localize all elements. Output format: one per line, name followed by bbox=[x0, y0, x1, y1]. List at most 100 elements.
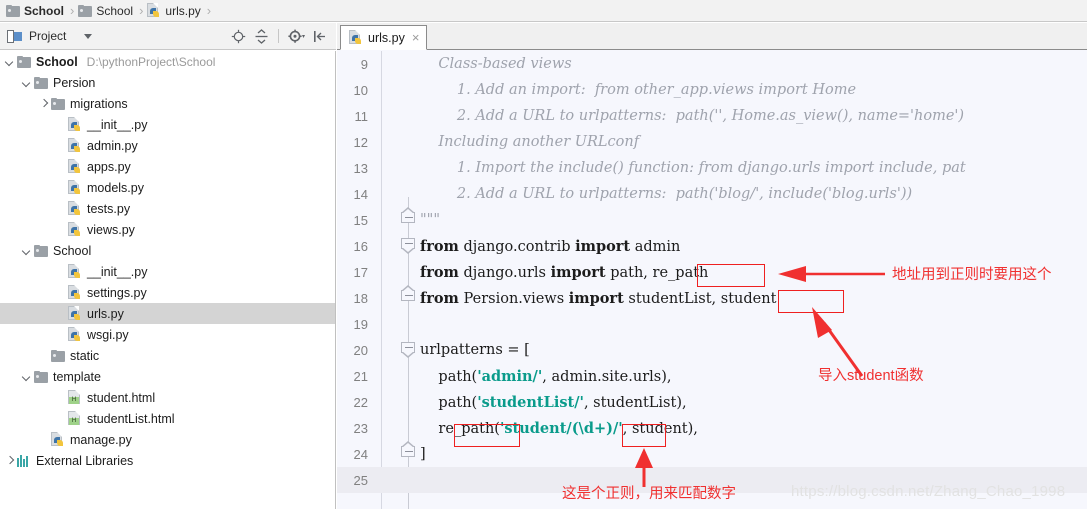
tree-node[interactable]: template bbox=[0, 366, 335, 387]
line-number: 15 bbox=[353, 212, 368, 228]
tab-urls-py[interactable]: urls.py × bbox=[340, 25, 428, 50]
caret-down-icon[interactable] bbox=[84, 33, 93, 39]
code-line[interactable]: 14 2. Add a URL to urlpatterns: path('bl… bbox=[337, 181, 1087, 207]
tree-node[interactable]: static bbox=[0, 345, 335, 366]
code-line[interactable]: 19 bbox=[337, 311, 1087, 337]
python-file-icon bbox=[68, 327, 82, 342]
code-token: ] bbox=[420, 446, 426, 462]
line-number: 18 bbox=[353, 290, 368, 306]
tree-node-label: models.py bbox=[87, 180, 144, 195]
breadcrumb-item-school-root[interactable]: School bbox=[6, 0, 64, 22]
fold-marker-urlpatterns-start[interactable] bbox=[401, 342, 415, 358]
tree-node-label: apps.py bbox=[87, 159, 131, 174]
code-text: ] bbox=[420, 446, 426, 462]
python-file-icon bbox=[349, 30, 363, 45]
fold-marker-imports-end[interactable] bbox=[401, 285, 415, 301]
chevron-right-icon[interactable] bbox=[4, 454, 17, 467]
code-line[interactable]: 20 urlpatterns = [ bbox=[337, 337, 1087, 363]
chevron-down-icon[interactable] bbox=[21, 370, 34, 383]
code-line[interactable]: 21 path('admin/', admin.site.urls), bbox=[337, 363, 1087, 389]
tree-node-icon: H bbox=[68, 411, 82, 426]
code-line[interactable]: 23 re_path('student/(\d+)/', student), bbox=[337, 415, 1087, 441]
chevron-right-icon[interactable] bbox=[38, 97, 51, 110]
fold-marker-docstring-end[interactable] bbox=[401, 207, 415, 223]
chevron-down-icon[interactable] bbox=[21, 76, 34, 89]
tree-node[interactable]: School D:\pythonProject\School bbox=[0, 51, 335, 72]
breadcrumb-separator-icon: › bbox=[206, 3, 212, 18]
code-token: admin bbox=[630, 238, 681, 255]
tree-node[interactable]: admin.py bbox=[0, 135, 335, 156]
line-number: 21 bbox=[353, 368, 368, 384]
python-file-icon bbox=[68, 285, 82, 300]
tree-node[interactable]: views.py bbox=[0, 219, 335, 240]
tree-node[interactable]: HstudentList.html bbox=[0, 408, 335, 429]
tree-node-icon bbox=[51, 349, 65, 362]
code-line[interactable]: 10 1. Add an import: from other_app.view… bbox=[337, 77, 1087, 103]
hide-panel-icon[interactable] bbox=[309, 26, 329, 46]
tree-node[interactable]: migrations bbox=[0, 93, 335, 114]
tree-node[interactable]: Hstudent.html bbox=[0, 387, 335, 408]
tree-node-label: External Libraries bbox=[36, 453, 134, 468]
fold-marker-urlpatterns-end[interactable] bbox=[401, 441, 415, 457]
code-text: 2. Add a URL to urlpatterns: path('blog/… bbox=[420, 186, 912, 202]
tree-node[interactable]: models.py bbox=[0, 177, 335, 198]
tree-node-label: School bbox=[36, 54, 78, 69]
code-line[interactable]: 15 """ bbox=[337, 207, 1087, 233]
tree-node-icon bbox=[68, 306, 82, 321]
tree-node[interactable]: School bbox=[0, 240, 335, 261]
tree-node-label: Persion bbox=[53, 75, 96, 90]
html-file-icon: H bbox=[68, 390, 82, 405]
breadcrumb-label: urls.py bbox=[165, 3, 201, 18]
line-number: 19 bbox=[353, 316, 368, 332]
settings-gear-icon[interactable] bbox=[286, 26, 306, 46]
code-line[interactable]: 16 from django.contrib import admin bbox=[337, 233, 1087, 259]
code-line[interactable]: 12 Including another URLconf bbox=[337, 129, 1087, 155]
code-line[interactable]: 11 2. Add a URL to urlpatterns: path('',… bbox=[337, 103, 1087, 129]
tree-node-path: D:\pythonProject\School bbox=[86, 54, 216, 69]
tree-node[interactable]: Persion bbox=[0, 72, 335, 93]
tree-node[interactable]: manage.py bbox=[0, 429, 335, 450]
tree-node[interactable]: urls.py bbox=[0, 303, 335, 324]
tree-node[interactable]: tests.py bbox=[0, 198, 335, 219]
tree-node[interactable]: settings.py bbox=[0, 282, 335, 303]
code-line[interactable]: 9 Class-based views bbox=[337, 51, 1087, 77]
tree-node-label: urls.py bbox=[87, 306, 124, 321]
tree-node[interactable]: apps.py bbox=[0, 156, 335, 177]
line-number: 13 bbox=[353, 160, 368, 176]
code-token: """ bbox=[420, 212, 441, 228]
project-tree[interactable]: School D:\pythonProject\School Persion migr… bbox=[0, 51, 336, 509]
locate-icon[interactable] bbox=[228, 26, 248, 46]
code-line[interactable]: 22 path('studentList/', studentList), bbox=[337, 389, 1087, 415]
line-number: 22 bbox=[353, 394, 368, 410]
fold-marker-imports-start[interactable] bbox=[401, 238, 415, 254]
breadcrumb-item-school-pkg[interactable]: School bbox=[78, 0, 133, 22]
close-icon[interactable]: × bbox=[412, 31, 420, 44]
tree-node[interactable]: wsgi.py bbox=[0, 324, 335, 345]
tree-node[interactable]: __init__.py bbox=[0, 261, 335, 282]
chevron-down-icon[interactable] bbox=[21, 244, 34, 257]
expand-collapse-icon[interactable] bbox=[251, 26, 271, 46]
toolbar-divider bbox=[278, 29, 279, 43]
code-line[interactable]: 18 from Persion.views import studentList,… bbox=[337, 285, 1087, 311]
code-token: path, re_path bbox=[605, 264, 709, 281]
code-line[interactable]: 13 1. Import the include() function: fro… bbox=[337, 155, 1087, 181]
chevron-down-icon[interactable] bbox=[4, 55, 17, 68]
tree-node[interactable]: __init__.py bbox=[0, 114, 335, 135]
python-file-icon bbox=[68, 117, 82, 132]
tree-node[interactable]: External Libraries bbox=[0, 450, 335, 471]
breadcrumb-item-urls-py[interactable]: urls.py bbox=[147, 0, 201, 22]
code-line[interactable]: 24] bbox=[337, 441, 1087, 467]
code-token: from bbox=[420, 237, 459, 255]
